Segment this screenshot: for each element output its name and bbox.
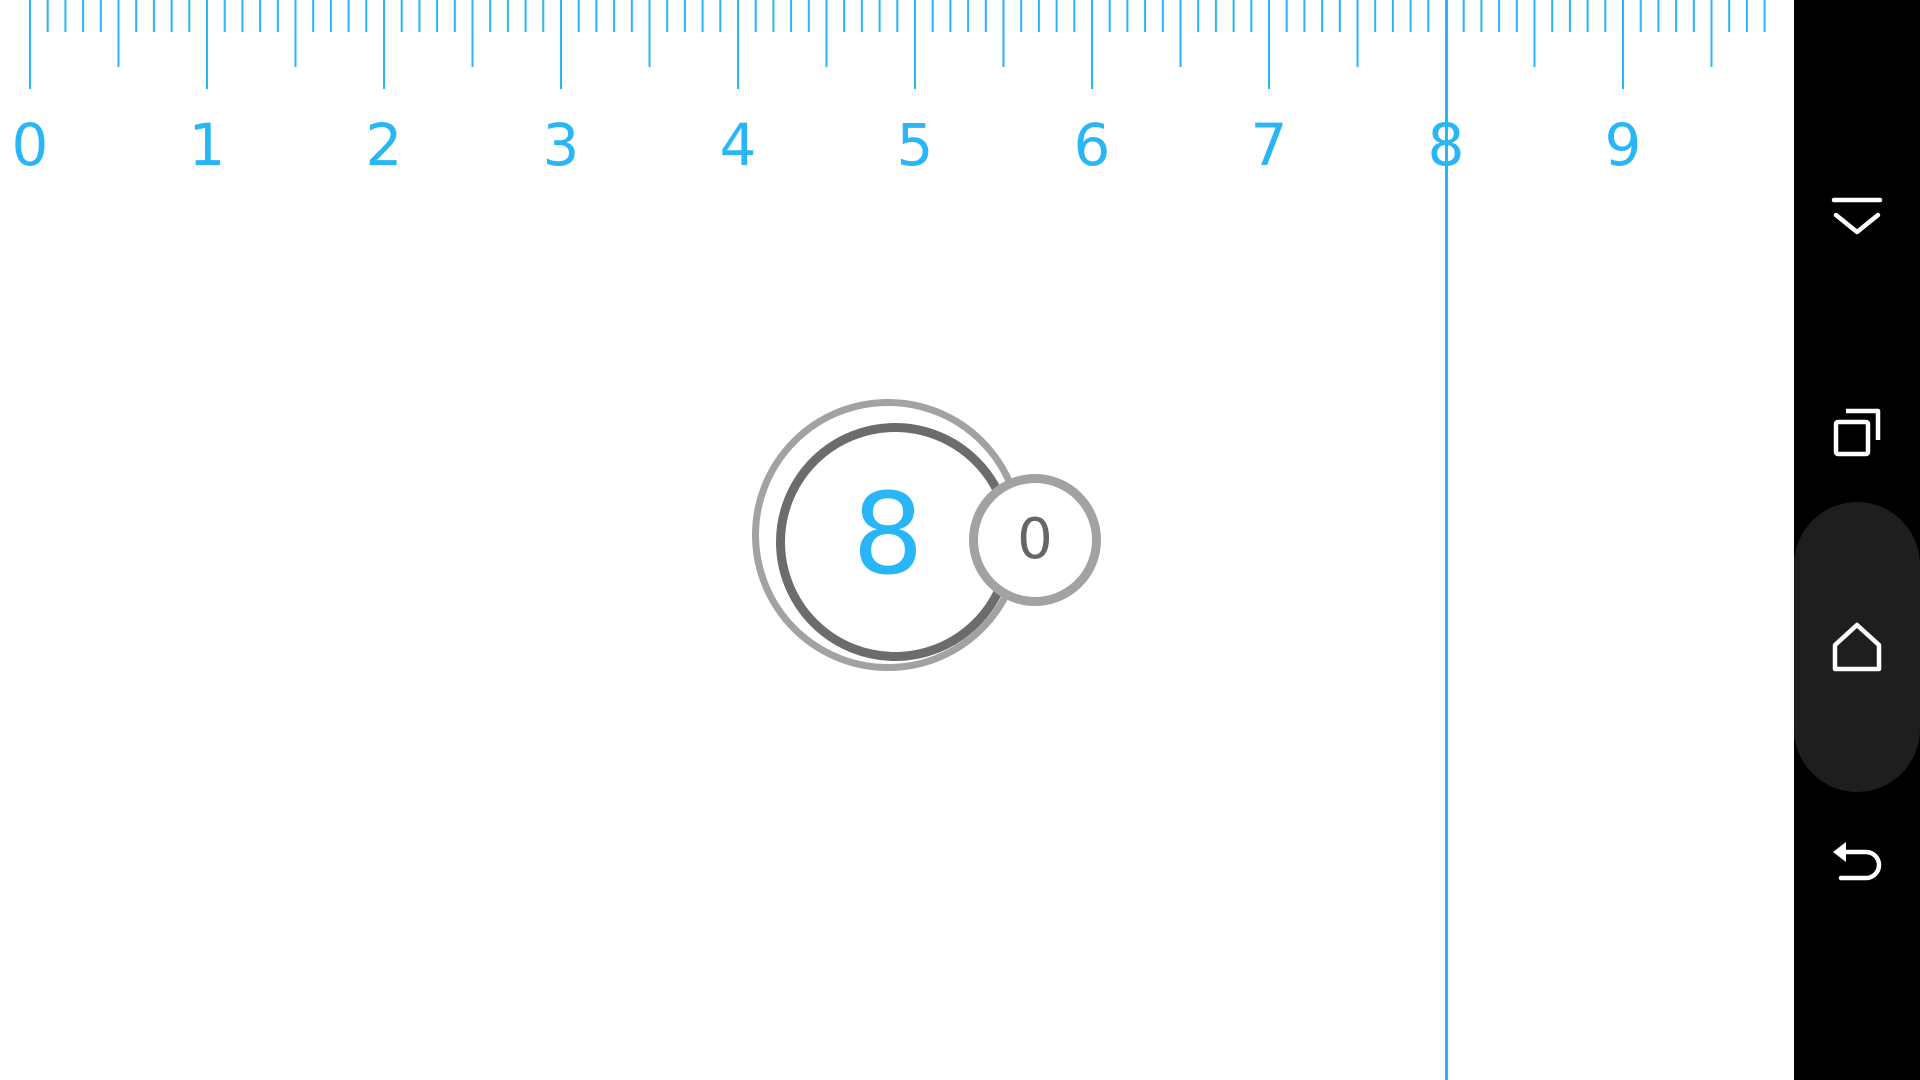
collapse-icon	[1831, 197, 1883, 235]
home-icon	[1832, 622, 1882, 672]
ruler-scale: 0123456789	[12, 0, 1766, 179]
ruler-label: 3	[543, 111, 580, 179]
ruler-label: 4	[720, 111, 757, 179]
ruler-label: 6	[1074, 111, 1111, 179]
ruler-app-screen: 0123456789 8 0	[0, 0, 1920, 1080]
measurement-readout: 8 0	[745, 392, 1105, 692]
measurement-line[interactable]	[1445, 0, 1448, 1080]
ruler-label: 1	[189, 111, 226, 179]
back-icon	[1833, 842, 1882, 881]
navigation-bar	[1794, 0, 1920, 1080]
ruler-area[interactable]: 0123456789 8 0	[0, 0, 1794, 1080]
ruler-label: 0	[12, 111, 49, 179]
readout-fraction-value: 0	[969, 474, 1101, 606]
ruler-label: 9	[1605, 111, 1642, 179]
home-button[interactable]	[1794, 582, 1920, 712]
collapse-button[interactable]	[1794, 153, 1920, 283]
recent-apps-button[interactable]	[1794, 367, 1920, 497]
ruler-label: 2	[366, 111, 403, 179]
recent-apps-icon	[1833, 408, 1881, 457]
ruler-label: 5	[897, 111, 934, 179]
ruler-label: 7	[1251, 111, 1288, 179]
back-button[interactable]	[1794, 797, 1920, 927]
